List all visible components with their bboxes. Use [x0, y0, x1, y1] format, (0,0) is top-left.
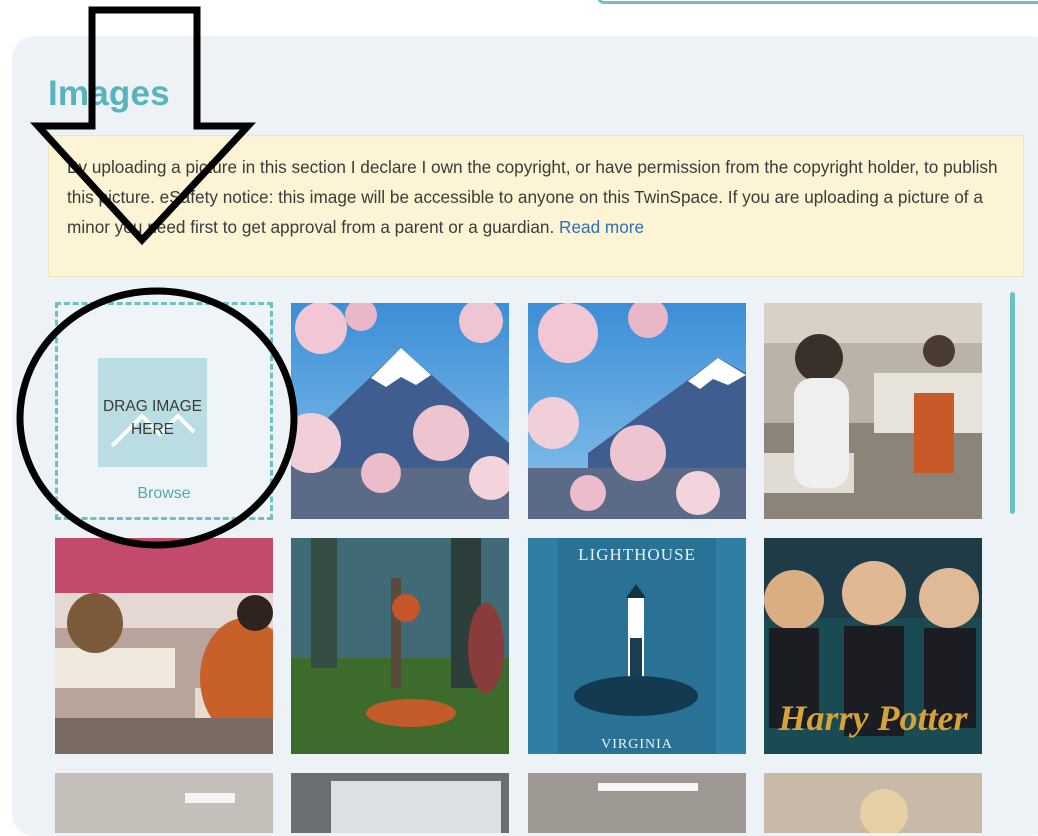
book-title-text: LIGHTHOUSE [578, 545, 696, 564]
image-thumb-room-2[interactable] [528, 773, 746, 833]
image-thumb-book-cover[interactable]: LIGHTHOUSE VIRGINIA [528, 538, 746, 754]
section-title: Images [48, 74, 170, 113]
image-thumb-screen[interactable] [291, 773, 509, 833]
notice-text: By uploading a picture in this section I… [67, 157, 998, 237]
top-outline-button[interactable] [597, 0, 1038, 4]
image-thumb-classroom-1[interactable] [764, 303, 982, 519]
read-more-link[interactable]: Read more [559, 217, 644, 237]
image-thumb-person[interactable] [764, 773, 982, 833]
browse-button[interactable]: Browse [58, 485, 270, 503]
book-author-text: VIRGINIA [601, 737, 673, 752]
image-drop-zone[interactable]: DRAG IMAGE HERE Browse [55, 302, 273, 520]
image-thumb-forest[interactable] [291, 538, 509, 754]
image-thumb-movie-poster[interactable]: Harry Potter [764, 538, 982, 754]
image-thumb-fuji-2[interactable] [528, 303, 746, 519]
scrollbar[interactable] [1010, 292, 1015, 514]
drop-placeholder: DRAG IMAGE HERE [98, 358, 207, 467]
image-thumb-classroom-2[interactable] [55, 538, 273, 754]
drag-image-label: DRAG IMAGE HERE [102, 398, 203, 438]
copyright-notice: By uploading a picture in this section I… [48, 135, 1024, 277]
image-thumb-room-1[interactable] [55, 773, 273, 833]
poster-title-text: Harry Potter [778, 698, 969, 738]
image-thumb-fuji-1[interactable] [291, 303, 509, 519]
